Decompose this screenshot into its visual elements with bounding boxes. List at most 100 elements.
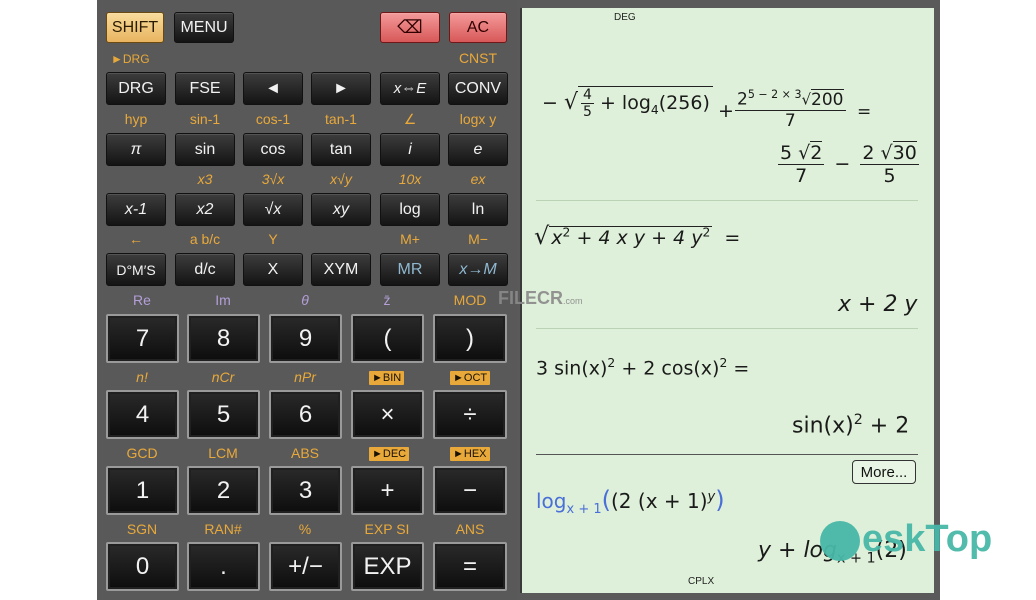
sgn-label: SGN [126, 521, 158, 537]
dms-button[interactable]: D°M′S [106, 253, 166, 286]
expression-1-plus: + [718, 100, 734, 122]
digit-9-button[interactable]: 9 [269, 314, 342, 363]
sqrt-icon: √ [880, 142, 893, 164]
x-var-button[interactable]: X [243, 253, 303, 286]
equals-button[interactable]: = [433, 542, 507, 591]
digit-5-button[interactable]: 5 [187, 390, 260, 439]
e1-top-exp: 5 − 2 × 3 [747, 88, 802, 101]
ten-power-label: 10x [398, 171, 422, 187]
to-bin-badge: ►BIN [369, 371, 405, 385]
memory-recall-button[interactable]: MR [380, 253, 440, 286]
multiply-button[interactable]: × [351, 390, 424, 439]
expression-1[interactable]: − √ 4 5 + log4(256) [542, 86, 713, 120]
decimal-point-button[interactable]: . [187, 542, 260, 591]
open-paren-button[interactable]: ( [351, 314, 424, 363]
ln-button[interactable]: ln [448, 193, 508, 226]
reciprocal-button[interactable]: x-1 [106, 193, 166, 226]
current-input[interactable]: logx + 1((2 (x + 1)y) [536, 486, 725, 517]
theta-label: θ [301, 292, 309, 308]
result-1[interactable]: 5 √2 7 − 2 √30 5 [778, 141, 919, 187]
digit-3-button[interactable]: 3 [269, 466, 342, 515]
gcd-label: GCD [126, 445, 158, 461]
backspace-button[interactable]: ⌫ [380, 12, 440, 43]
ans-label: ANS [455, 521, 485, 537]
result-2[interactable]: x + 2 y [838, 292, 917, 317]
e3-a: 3 sin(x) [536, 357, 608, 380]
e4-close: ) [715, 486, 725, 514]
r1-d2: 5 [883, 165, 896, 187]
store-memory-button[interactable]: x→M [448, 253, 508, 286]
e4-arg: (2 (x + 1) [611, 489, 708, 513]
cursor-right-button[interactable]: ► [311, 72, 371, 105]
digit-6-button[interactable]: 6 [269, 390, 342, 439]
e4-log: log [536, 489, 567, 513]
more-button[interactable]: More... [852, 460, 916, 484]
r1-minus: − [834, 153, 851, 175]
e1-top-rad: 200 [811, 88, 844, 110]
expression-1-fraction: 25 − 2 × 3√200 7 [735, 88, 846, 131]
cos-button[interactable]: cos [243, 133, 303, 166]
expression-3[interactable]: 3 sin(x)2 + 2 cos(x)2 = [536, 356, 749, 379]
history-divider [536, 328, 918, 329]
e2-eq: = [724, 227, 741, 249]
log-button[interactable]: log [380, 193, 440, 226]
digit-2-button[interactable]: 2 [187, 466, 260, 515]
logxy-label: logx y [459, 111, 497, 127]
digit-0-button[interactable]: 0 [106, 542, 179, 591]
fse-button[interactable]: FSE [175, 72, 235, 105]
all-clear-button[interactable]: AC [449, 12, 507, 43]
imaginary-i-button[interactable]: i [380, 133, 440, 166]
e2-b: + 4 x y + 4 y [570, 227, 703, 249]
drg-button[interactable]: DRG [106, 72, 166, 105]
close-paren-button[interactable]: ) [433, 314, 507, 363]
sqrt-button[interactable]: √x [243, 193, 303, 226]
fraction-button[interactable]: d/c [175, 253, 235, 286]
e1-log-arg: (256) [658, 92, 710, 114]
conv-button[interactable]: CONV [448, 72, 508, 105]
plus-button[interactable]: + [351, 466, 424, 515]
r1-n1: 5 [780, 142, 793, 164]
euler-e-button[interactable]: e [448, 133, 508, 166]
tan-button[interactable]: tan [311, 133, 371, 166]
menu-button[interactable]: MENU [174, 12, 234, 43]
sign-toggle-button[interactable]: +/− [269, 542, 342, 591]
back-arrow-label: ← [129, 231, 143, 247]
exp-si-label: EXP SI [364, 521, 410, 537]
cursor-left-button[interactable]: ◄ [243, 72, 303, 105]
expression-2[interactable]: √ x2 + 4 x y + 4 y2 = [534, 222, 740, 250]
x-swap-e-button[interactable]: x⇔E [380, 72, 440, 105]
divide-button[interactable]: ÷ [433, 390, 507, 439]
ncr-label: nCr [211, 369, 235, 385]
result-3[interactable]: sin(x)2 + 2 [792, 412, 909, 438]
fraction-label: a b/c [189, 231, 221, 247]
exp-button[interactable]: EXP [351, 542, 424, 591]
sin-button[interactable]: sin [175, 133, 235, 166]
r1-r2: 30 [892, 141, 917, 164]
r3-a: sin(x) [792, 413, 854, 439]
digit-1-button[interactable]: 1 [106, 466, 179, 515]
factorial-label: n! [136, 369, 148, 385]
to-hex-badge: ►HEX [450, 447, 490, 461]
xym-button[interactable]: XYM [311, 253, 371, 286]
power-button[interactable]: xy [311, 193, 371, 226]
r3-sq: 2 [853, 412, 863, 428]
pi-button[interactable]: π [106, 133, 166, 166]
minus-button[interactable]: − [433, 466, 507, 515]
square-button[interactable]: x2 [175, 193, 235, 226]
shift-button[interactable]: SHIFT [106, 12, 164, 43]
digit-8-button[interactable]: 8 [187, 314, 260, 363]
x-root-label: x√y [330, 171, 352, 187]
e1-minus: − [542, 92, 558, 114]
digit-7-button[interactable]: 7 [106, 314, 179, 363]
to-dec-badge: ►DEC [369, 447, 410, 461]
sqrt-icon: √ [801, 90, 812, 109]
percent-label: % [298, 521, 312, 537]
abs-label: ABS [290, 445, 319, 461]
sqrt-icon: √ [798, 142, 811, 164]
lcm-label: LCM [208, 445, 238, 461]
cnst-label: CNST [458, 50, 498, 66]
digit-4-button[interactable]: 4 [106, 390, 179, 439]
input-divider [536, 454, 918, 455]
e2-sq2: 2 [702, 225, 711, 240]
random-label: RAN# [204, 521, 242, 537]
